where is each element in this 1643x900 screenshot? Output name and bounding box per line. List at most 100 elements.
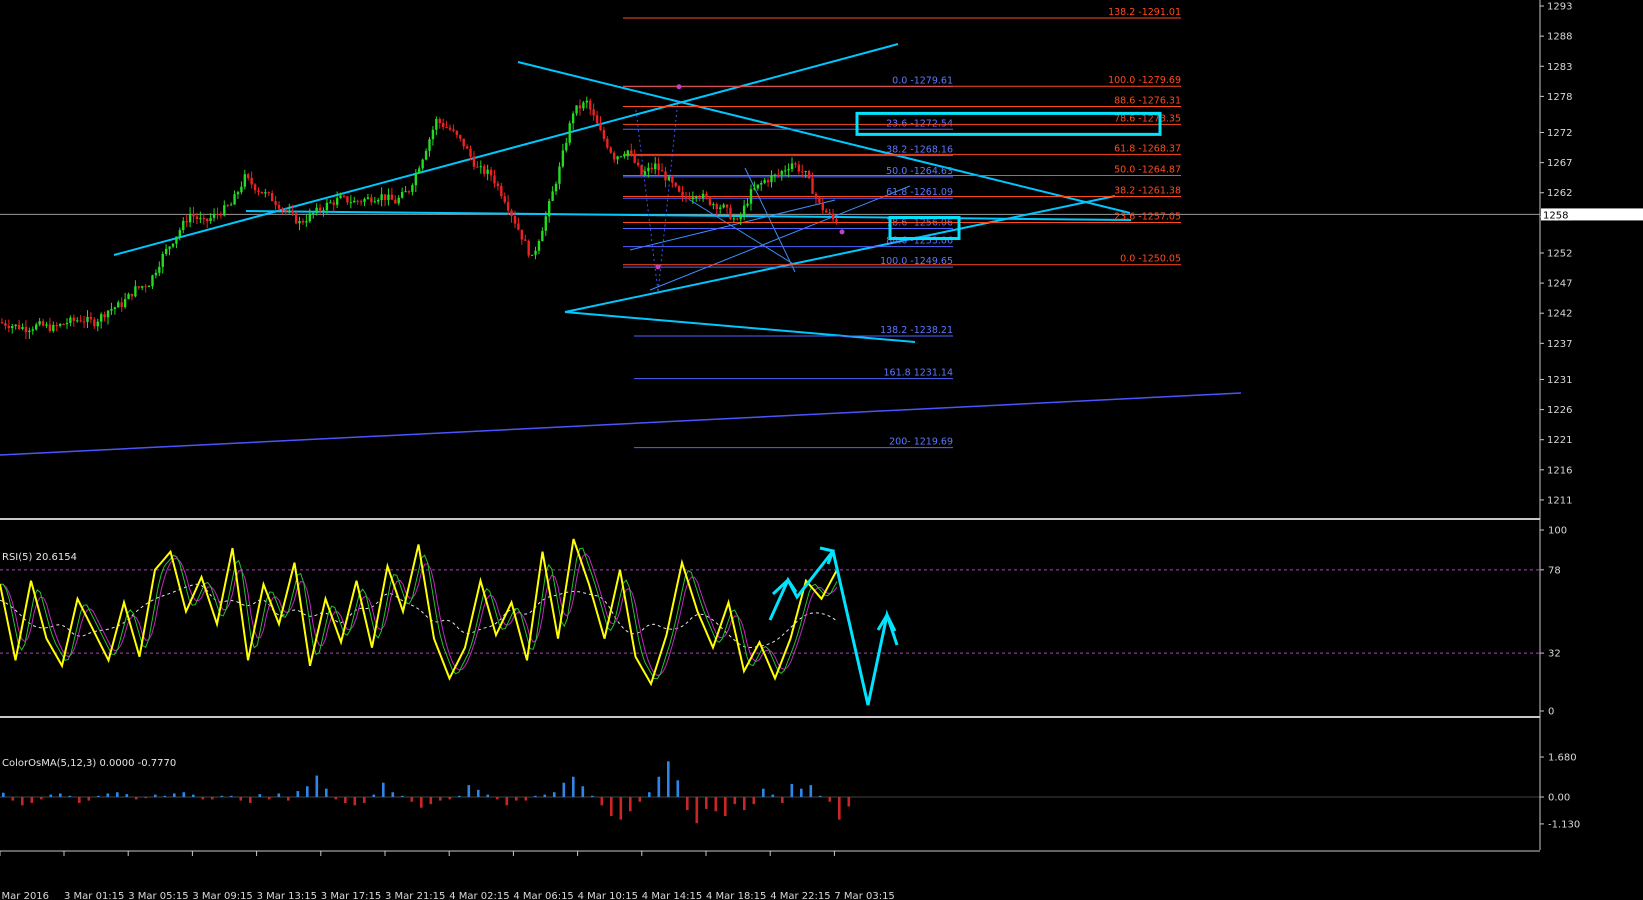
osma-bar — [800, 788, 803, 797]
fib-blue-label: 138.2 -1238.21 — [880, 325, 953, 336]
candle-body — [58, 323, 62, 326]
candle-body — [537, 241, 541, 251]
osma-bar — [40, 797, 43, 800]
candle-body — [592, 109, 595, 116]
rsi-tick-label: 78 — [1548, 565, 1561, 576]
candle-body — [459, 135, 462, 139]
candle-body — [48, 324, 52, 332]
osma-bar — [382, 782, 385, 797]
osma-bar — [505, 797, 509, 806]
candle-body — [794, 163, 797, 165]
candle-body — [144, 286, 147, 288]
candle-body — [677, 186, 681, 192]
candle-body — [76, 320, 79, 322]
candle-body — [705, 193, 708, 198]
candle-body — [322, 210, 325, 212]
osma-bar — [439, 797, 442, 801]
osma-bar — [11, 797, 15, 801]
candle-body — [147, 286, 151, 288]
candle-body — [582, 102, 585, 109]
osma-bar — [629, 797, 632, 812]
price-tick-label: 1288 — [1547, 32, 1572, 43]
fib-red-label: 23.6 -1257.05 — [1114, 212, 1181, 223]
rsi-tick-label: 0 — [1548, 707, 1554, 718]
rsi-tick-label: 100 — [1548, 526, 1567, 537]
price-tick-label: 1211 — [1547, 495, 1572, 506]
fib-red-label: 138.2 -1291.01 — [1108, 7, 1181, 18]
candle-body — [599, 123, 602, 131]
candle-body — [65, 322, 69, 325]
candle-body — [21, 327, 24, 329]
candle-body — [301, 220, 305, 223]
fib-red-label: 38.2 -1261.38 — [1114, 185, 1181, 196]
candle-body — [130, 293, 134, 297]
fib-blue-label: 200- 1219.69 — [889, 437, 953, 448]
price-tick-label: 1221 — [1547, 435, 1572, 446]
candle-body — [623, 155, 626, 157]
candle-body — [185, 220, 188, 223]
candle-body — [253, 184, 257, 191]
candle-body — [356, 200, 359, 202]
candle-body — [397, 197, 400, 204]
candle-body — [120, 302, 123, 308]
candle-body — [667, 176, 671, 181]
osma-bar — [838, 797, 841, 820]
candle-body — [229, 204, 233, 206]
candle-body — [329, 202, 332, 204]
candle-body — [503, 196, 506, 203]
candle-body — [164, 248, 168, 254]
osma-bar — [78, 797, 81, 803]
osma-bar — [410, 797, 414, 802]
time-tick-label: 4 Mar 18:15 — [706, 891, 766, 900]
chart-background — [0, 0, 1643, 900]
candle-body — [315, 207, 318, 214]
candle-body — [749, 189, 753, 204]
osma-bar — [467, 785, 471, 797]
time-tick-label: 3 Mar 01:15 — [64, 891, 124, 900]
osma-bar — [695, 797, 699, 824]
candle-body — [414, 172, 418, 186]
osma-bar — [524, 797, 528, 801]
candle-body — [4, 323, 7, 326]
candle-body — [335, 198, 339, 205]
osma-bar — [144, 797, 148, 799]
osma-bar — [724, 797, 727, 817]
candle-body — [647, 167, 650, 172]
osma-bar — [363, 797, 366, 803]
candle-body — [223, 205, 226, 216]
osma-bar — [781, 797, 784, 803]
osma-bar — [752, 797, 756, 805]
osma-bar — [686, 797, 689, 811]
candle-body — [544, 216, 547, 231]
candle-body — [681, 191, 684, 196]
trading-chart[interactable]: 0.0 -1279.6123.6 -1272.5438.2 -1268.1650… — [0, 0, 1643, 900]
candle-body — [236, 192, 240, 195]
candle-body — [161, 253, 164, 267]
candle-body — [380, 194, 383, 200]
price-tick-label: 1293 — [1547, 2, 1572, 13]
osma-bar — [809, 785, 813, 797]
osma-bar — [296, 791, 300, 797]
osma-bar — [277, 793, 281, 797]
candle-body — [541, 230, 544, 242]
candle-body — [127, 293, 130, 300]
candle-body — [517, 223, 520, 230]
candle-body — [818, 197, 821, 203]
candle-body — [219, 214, 223, 216]
swing-high-marker — [676, 84, 682, 90]
candle-body — [79, 320, 82, 322]
candle-body — [619, 156, 623, 158]
fib-red-label: 88.6 -1276.31 — [1114, 96, 1181, 107]
candle-body — [736, 218, 739, 220]
candle-body — [168, 246, 171, 249]
candle-body — [407, 191, 411, 193]
candle-body — [725, 204, 729, 208]
candle-body — [589, 100, 592, 110]
candle-body — [182, 220, 185, 231]
candle-body — [640, 165, 643, 175]
candle-body — [554, 183, 558, 192]
candle-body — [602, 130, 606, 139]
candle-body — [452, 129, 455, 131]
candle-body — [753, 188, 756, 190]
osma-bar — [714, 797, 718, 812]
